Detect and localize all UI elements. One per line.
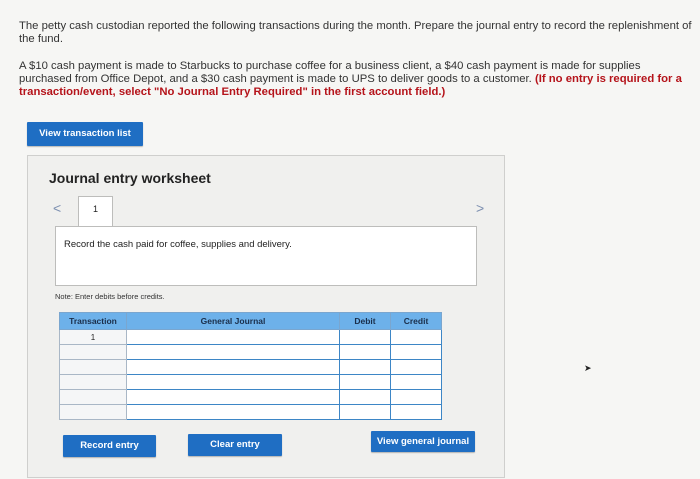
record-entry-button[interactable]: Record entry	[63, 435, 156, 457]
transaction-number	[59, 374, 127, 390]
debit-field[interactable]	[339, 329, 391, 345]
table-row	[59, 344, 442, 360]
column-header-debit: Debit	[339, 312, 391, 330]
table-row	[59, 404, 442, 420]
credit-field[interactable]	[390, 359, 442, 375]
table-row: 1	[59, 329, 442, 345]
view-general-journal-button[interactable]: View general journal	[371, 431, 475, 452]
credit-field[interactable]	[390, 329, 442, 345]
account-field[interactable]	[126, 404, 340, 420]
debit-field[interactable]	[339, 389, 391, 405]
table-row	[59, 374, 442, 390]
credit-field[interactable]	[390, 374, 442, 390]
transaction-number	[59, 404, 127, 420]
debit-field[interactable]	[339, 344, 391, 360]
debit-field[interactable]	[339, 359, 391, 375]
view-transaction-list-button[interactable]: View transaction list	[27, 122, 143, 146]
credit-field[interactable]	[390, 404, 442, 420]
instruction-text: Record the cash paid for coffee, supplie…	[64, 239, 292, 250]
credit-field[interactable]	[390, 389, 442, 405]
cursor-icon: ➤	[584, 363, 592, 373]
table-row	[59, 389, 442, 405]
transaction-number: 1	[59, 329, 127, 345]
column-header-credit: Credit	[390, 312, 442, 330]
debit-field[interactable]	[339, 374, 391, 390]
note-text: Note: Enter debits before credits.	[55, 292, 165, 301]
transaction-number	[59, 389, 127, 405]
worksheet-title: Journal entry worksheet	[49, 170, 211, 186]
column-header-general-journal: General Journal	[126, 312, 340, 330]
account-field[interactable]	[126, 344, 340, 360]
account-field[interactable]	[126, 359, 340, 375]
problem-text: A $10 cash payment is made to Starbucks …	[19, 60, 691, 99]
transaction-number	[59, 344, 127, 360]
credit-field[interactable]	[390, 344, 442, 360]
debit-field[interactable]	[339, 404, 391, 420]
account-field[interactable]	[126, 389, 340, 405]
instruction-box: Record the cash paid for coffee, supplie…	[55, 226, 477, 286]
tab-1[interactable]: 1	[78, 196, 113, 227]
account-field[interactable]	[126, 374, 340, 390]
chevron-right-icon[interactable]: >	[476, 200, 484, 216]
journal-table: Transaction General Journal Debit Credit…	[59, 312, 442, 420]
account-field[interactable]	[126, 329, 340, 345]
table-row	[59, 359, 442, 375]
intro-text: The petty cash custodian reported the fo…	[19, 20, 692, 45]
chevron-left-icon[interactable]: <	[53, 200, 61, 216]
transaction-number	[59, 359, 127, 375]
clear-entry-button[interactable]: Clear entry	[188, 434, 282, 456]
column-header-transaction: Transaction	[59, 312, 127, 330]
journal-entry-worksheet: Journal entry worksheet < > 1 Record the…	[27, 155, 505, 478]
